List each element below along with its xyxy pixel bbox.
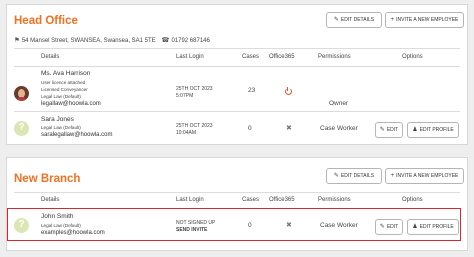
- user-icon: ♟: [412, 127, 418, 133]
- edit-profile-label: EDIT PROFILE: [419, 127, 454, 133]
- user-icon: ?: [18, 122, 25, 133]
- invite-employee-button[interactable]: + INVITE A NEW EMPLOYEE: [385, 168, 464, 184]
- employee-meta: Legal Law (Default): [41, 125, 81, 130]
- power-icon[interactable]: [285, 87, 292, 95]
- column-cases: Cases: [242, 54, 260, 60]
- avatar: ?: [14, 121, 29, 136]
- selection-highlight: [7, 208, 461, 241]
- last-login-time: 10:04AM: [176, 130, 197, 136]
- phone-text: 01792 687146: [171, 38, 210, 44]
- employee-name: Sara Jones: [41, 116, 74, 123]
- location-icon: ⚑: [14, 37, 20, 44]
- case-count: 23: [248, 87, 256, 94]
- employee-meta: User licence attached: [41, 80, 86, 85]
- pencil-icon: ✎: [333, 173, 339, 179]
- column-details: Details: [41, 197, 60, 203]
- avatar: [14, 86, 29, 101]
- column-options: Options: [402, 54, 423, 60]
- employee-email: saralegallaw@hoowla.com: [41, 132, 113, 138]
- column-office365: Office365: [269, 54, 295, 60]
- address-text: 54 Mansel Street, SWANSEA, Swansea, SA1 …: [21, 38, 156, 44]
- plus-icon: +: [390, 173, 395, 179]
- employee-name: Ms. Ava Harrison: [41, 70, 91, 77]
- last-login-date: 25TH OCT 2023: [176, 123, 213, 129]
- new-branch-header: New Branch ✎ EDIT DETAILS + INVITE A NEW E…: [7, 158, 467, 188]
- column-cases: Cases: [242, 197, 260, 203]
- edit-details-label: EDIT DETAILS: [340, 173, 375, 179]
- divider: [14, 111, 460, 112]
- branch-title: New Branch: [14, 173, 81, 185]
- edit-button[interactable]: ✎ EDIT: [375, 122, 403, 138]
- employee-meta: Legal Law (Default): [41, 94, 81, 99]
- edit-label: EDIT: [386, 127, 399, 133]
- column-permissions: Permissions: [318, 197, 351, 203]
- employee-meta: Licensed Conveyancer: [41, 87, 88, 92]
- pencil-icon: ✎: [379, 127, 385, 133]
- head-office-panel: Head Office ✎ EDIT DETAILS + INVITE A NEW …: [6, 4, 468, 145]
- branch-title: Head Office: [14, 15, 78, 27]
- last-login-date: 25TH OCT 2023: [176, 86, 213, 92]
- pencil-icon: ✎: [333, 17, 339, 23]
- column-permissions: Permissions: [318, 54, 351, 60]
- plus-icon: +: [390, 17, 395, 23]
- column-last-login: Last Login: [176, 197, 204, 203]
- edit-details-label: EDIT DETAILS: [340, 17, 375, 23]
- employee-email: legallaw@hoowla.com: [41, 101, 101, 107]
- column-office365: Office365: [269, 197, 295, 203]
- permission-label: Owner: [329, 100, 349, 107]
- column-last-login: Last Login: [176, 54, 204, 60]
- invite-employee-label: INVITE A NEW EMPLOYEE: [396, 17, 459, 23]
- edit-details-button[interactable]: ✎ EDIT DETAILS: [326, 168, 382, 184]
- invite-employee-label: INVITE A NEW EMPLOYEE: [396, 173, 459, 179]
- divider: [14, 66, 460, 67]
- invite-employee-button[interactable]: + INVITE A NEW EMPLOYEE: [385, 12, 464, 28]
- branch-address: ⚑ 54 Mansel Street, SWANSEA, Swansea, SA1…: [14, 36, 210, 44]
- edit-details-button[interactable]: ✎ EDIT DETAILS: [326, 12, 382, 28]
- last-login-time: 5:07PM: [176, 93, 194, 99]
- phone-icon: ☎: [161, 37, 170, 44]
- case-count: 0: [248, 125, 252, 132]
- edit-profile-button[interactable]: ♟ EDIT PROFILE: [407, 122, 459, 138]
- head-office-header: Head Office ✎ EDIT DETAILS + INVITE A NEW …: [7, 5, 467, 35]
- permission-label: Case Worker: [320, 125, 358, 132]
- divider: [14, 48, 460, 49]
- divider: [14, 192, 460, 193]
- column-options: Options: [402, 197, 423, 203]
- cross-icon: ✖: [286, 125, 292, 132]
- column-details: Details: [41, 54, 60, 60]
